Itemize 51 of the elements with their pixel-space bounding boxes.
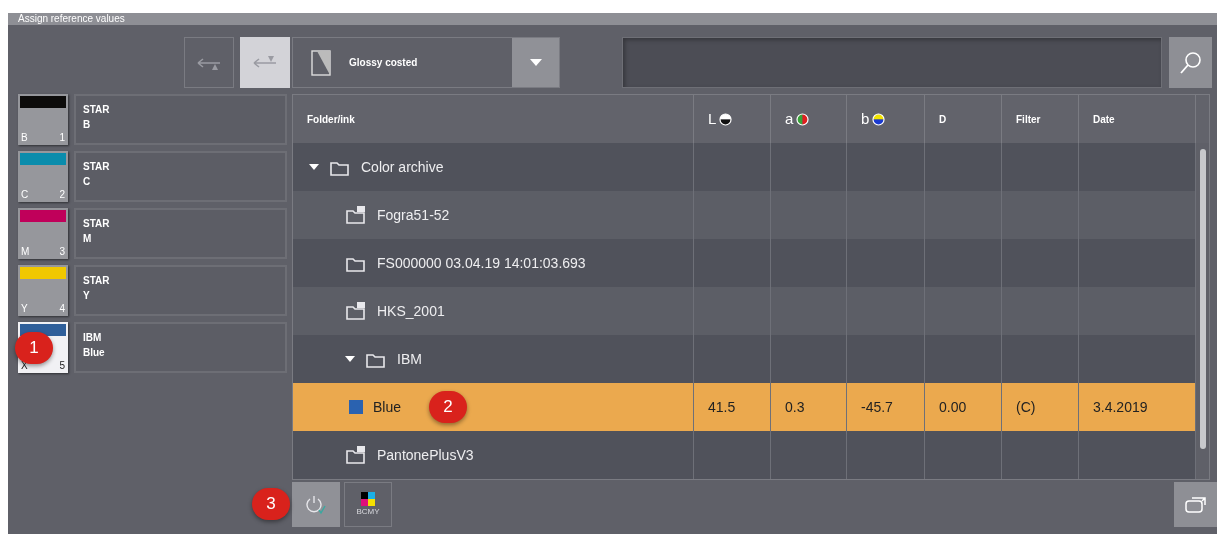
- ink-number: 5: [59, 360, 65, 371]
- ink-info-text: STAR: [83, 103, 111, 117]
- tree-item-label: HKS_2001: [377, 301, 445, 321]
- table-cell-text: -45.7: [861, 397, 893, 417]
- column-header[interactable]: b: [861, 107, 870, 131]
- window-title: Assign reference values: [18, 13, 125, 25]
- column-header[interactable]: L: [708, 107, 717, 131]
- table-cell-text: (C): [1016, 397, 1036, 417]
- tree-item-label: PantonePlusV3: [377, 445, 474, 465]
- ink-info-text: M: [83, 232, 93, 246]
- column-header[interactable]: Folder/ink: [307, 111, 355, 127]
- ink-number: 2: [59, 189, 65, 200]
- column-header[interactable]: Date: [1093, 111, 1115, 127]
- ink-info-text: Blue: [83, 346, 106, 360]
- ink-number: 4: [59, 303, 65, 314]
- ink-info-text: IBM: [83, 331, 103, 345]
- table-cell-text: 0.3: [785, 397, 805, 417]
- column-header[interactable]: a: [785, 107, 794, 131]
- ink-number: 1: [59, 132, 65, 143]
- table-cell-text: 41.5: [708, 397, 736, 417]
- ink-letter: M: [21, 246, 30, 257]
- ink-number: 3: [59, 246, 65, 257]
- ink-info-text: Y: [83, 289, 91, 303]
- button-caption: BCMY: [356, 505, 380, 518]
- column-header[interactable]: D: [939, 111, 947, 127]
- tree-item-label: Blue: [373, 397, 402, 417]
- table-row[interactable]: Blue 2 41.5 0.3 -45.7 0.00 (C) 3.4.2019: [293, 383, 1196, 431]
- column-header[interactable]: Filter: [1016, 111, 1041, 127]
- table-row[interactable]: Color archive: [293, 143, 1196, 191]
- ink-info-text: B: [83, 118, 92, 132]
- library-dropdown[interactable]: Glossy costed: [292, 37, 560, 88]
- tree-item-label: Color archive: [361, 157, 444, 177]
- dropdown-value: Glossy costed: [349, 56, 418, 70]
- tree-item-label: FS000000 03.04.19 14:01:03.693: [377, 253, 586, 273]
- table-row[interactable]: IBM: [293, 335, 1196, 383]
- bcmy-button[interactable]: BCMY: [344, 482, 392, 527]
- callout-badge: 2: [429, 391, 468, 423]
- ink-letter: B: [21, 132, 28, 143]
- tree-item-label: IBM: [397, 349, 422, 369]
- table-row[interactable]: FS000000 03.04.19 14:01:03.693: [293, 239, 1196, 287]
- table-cell-text: 0.00: [939, 397, 967, 417]
- ink-letter: Y: [21, 303, 28, 314]
- table-row[interactable]: PantonePlusV3: [293, 431, 1196, 479]
- tree-item-label: Fogra51-52: [377, 205, 450, 225]
- ink-info-text: STAR: [83, 217, 111, 231]
- ink-letter: C: [21, 189, 29, 200]
- ink-info-text: STAR: [83, 274, 111, 288]
- ink-info-text: C: [83, 175, 92, 189]
- callout-badge: 3: [252, 488, 290, 520]
- ink-info-text: STAR: [83, 160, 111, 174]
- table-cell-text: 3.4.2019: [1093, 397, 1148, 417]
